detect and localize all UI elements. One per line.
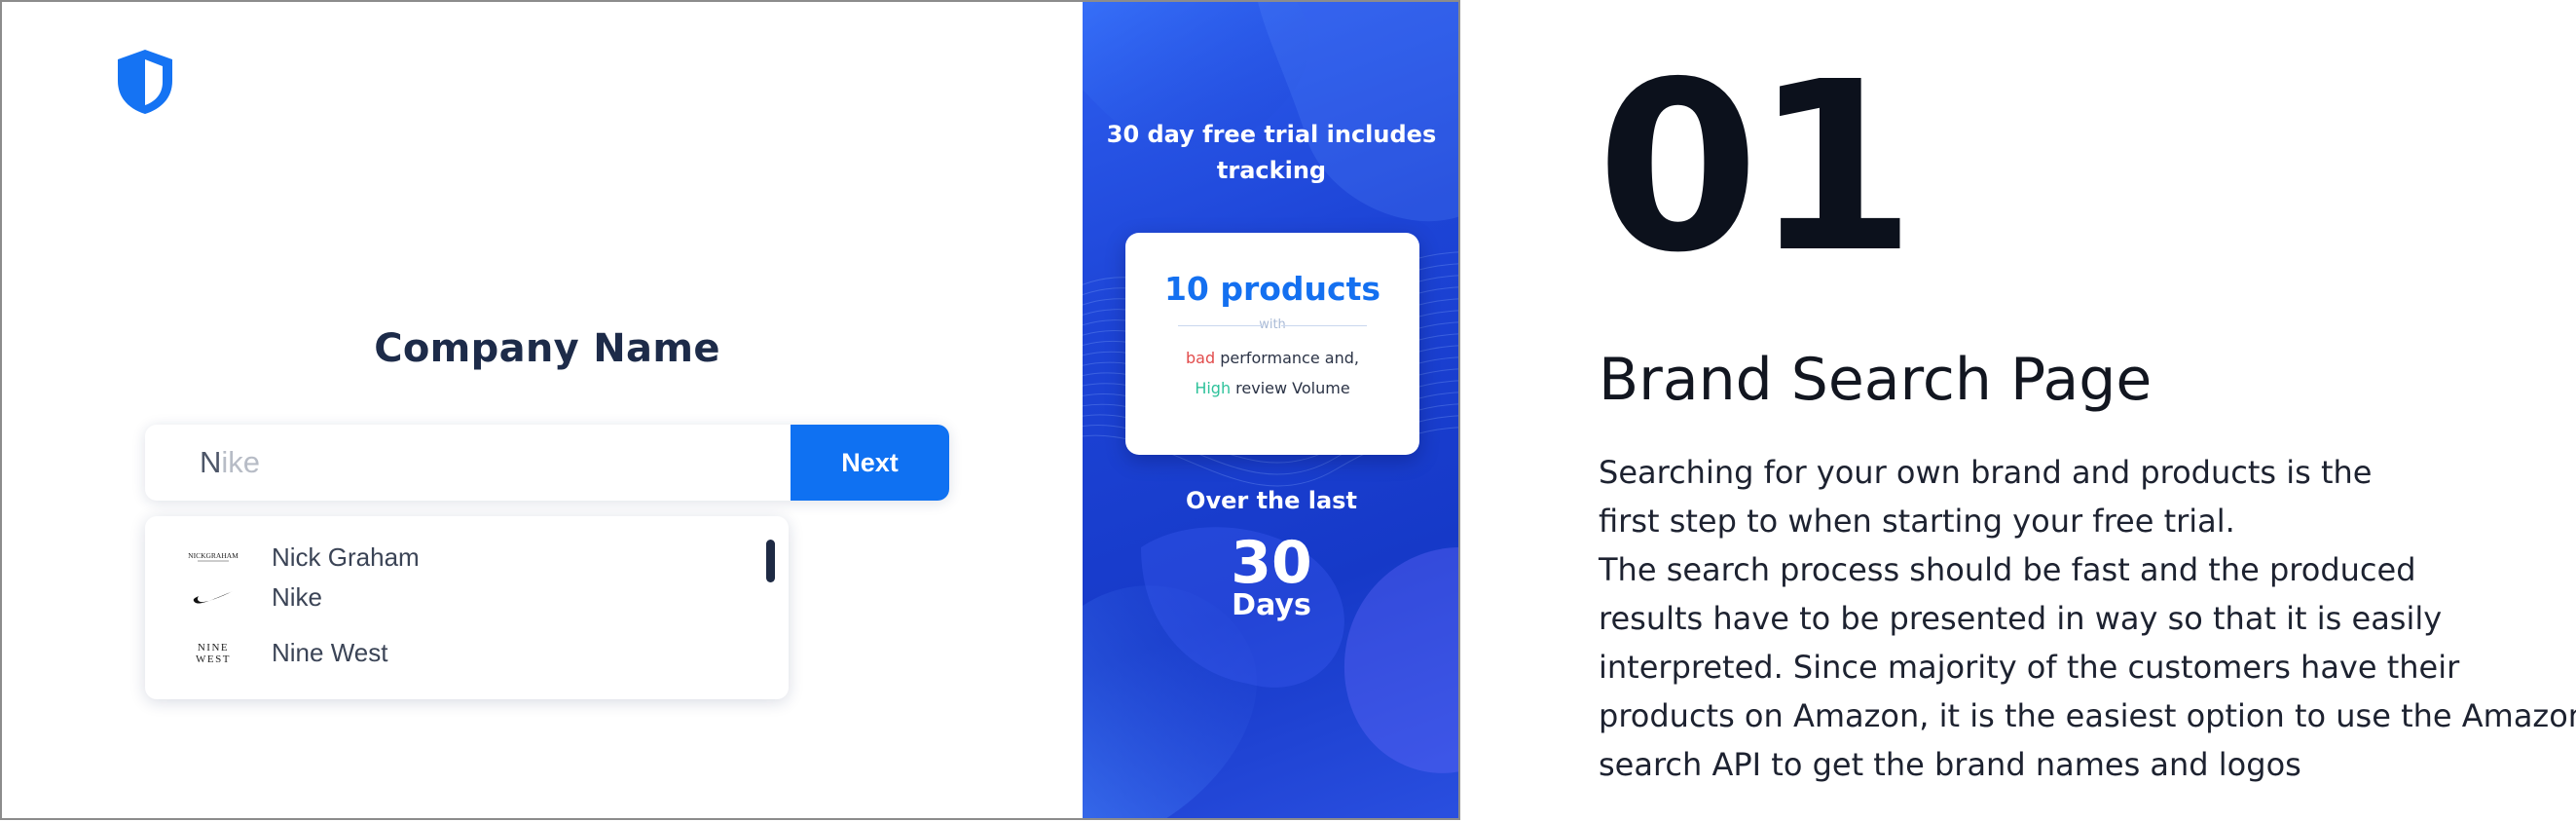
bad-performance-line: bad performance and, — [1186, 349, 1359, 367]
section-description: Searching for your own brand and product… — [1599, 448, 2576, 789]
presentation-slide: Company Name Nike Next NICKGRAHAM Nick G… — [0, 0, 2576, 822]
nike-swoosh-logo — [184, 582, 242, 612]
autocomplete-ghost-text: ike — [221, 445, 261, 479]
description-line: first step to when starting your free tr… — [1599, 503, 2235, 540]
suggestion-nine-west[interactable]: NINE WEST Nine West — [184, 633, 387, 672]
suggestion-nike[interactable]: Nike — [184, 578, 322, 616]
products-count: 10 products — [1163, 270, 1381, 308]
promo-card: 10 products with bad performance and, Hi… — [1125, 233, 1419, 455]
suggestion-label: Nick Graham — [272, 542, 420, 572]
nick-graham-logo: NICKGRAHAM — [184, 542, 242, 572]
nick-graham-logo-text: NICKGRAHAM — [188, 551, 239, 560]
free-trial-promo-panel: 30 day free trial includes tracking 10 p… — [1083, 2, 1458, 818]
brand-search-input[interactable]: Nike — [145, 425, 791, 501]
typed-text: N — [200, 445, 222, 479]
promo-heading: 30 day free trial includes tracking — [1106, 121, 1437, 184]
suggestion-label: Nike — [272, 581, 323, 612]
shield-icon — [118, 50, 172, 114]
svg-text:WEST: WEST — [196, 654, 231, 665]
brand-search-bar: Nike Next — [145, 425, 949, 501]
step-number: 01 — [1597, 31, 1916, 304]
suggestion-label: Nine West — [272, 637, 388, 667]
description-line: products on Amazon, it is the easiest op… — [1599, 697, 2576, 734]
dropdown-scrollbar[interactable] — [766, 540, 775, 582]
company-name-heading: Company Name — [374, 326, 720, 371]
nine-west-logo: NINE WEST — [184, 638, 242, 667]
promo-over-the-last: Over the last — [1186, 487, 1357, 514]
app-screen: Company Name Nike Next NICKGRAHAM Nick G… — [0, 0, 1460, 820]
promo-days-label: Days — [1232, 588, 1311, 622]
suggestion-nick-graham[interactable]: NICKGRAHAM Nick Graham — [184, 538, 420, 577]
brand-suggestions-dropdown: NICKGRAHAM Nick Graham Nike NINE WEST Ni… — [145, 516, 789, 699]
description-line: results have to be presented in way so t… — [1599, 600, 2443, 637]
description-line: Searching for your own brand and product… — [1599, 454, 2373, 491]
search-pane: Company Name Nike Next NICKGRAHAM Nick G… — [2, 2, 1083, 818]
description-line: The search process should be fast and th… — [1599, 551, 2416, 588]
description-line: interpreted. Since majority of the custo… — [1599, 649, 2460, 686]
high-review-line: High review Volume — [1195, 379, 1350, 397]
svg-text:NINE: NINE — [198, 642, 229, 654]
description-line: search API to get the brand names and lo… — [1599, 746, 2301, 783]
section-title: Brand Search Page — [1599, 346, 2153, 414]
with-divider: with — [1125, 314, 1419, 337]
next-button[interactable]: Next — [791, 425, 949, 501]
